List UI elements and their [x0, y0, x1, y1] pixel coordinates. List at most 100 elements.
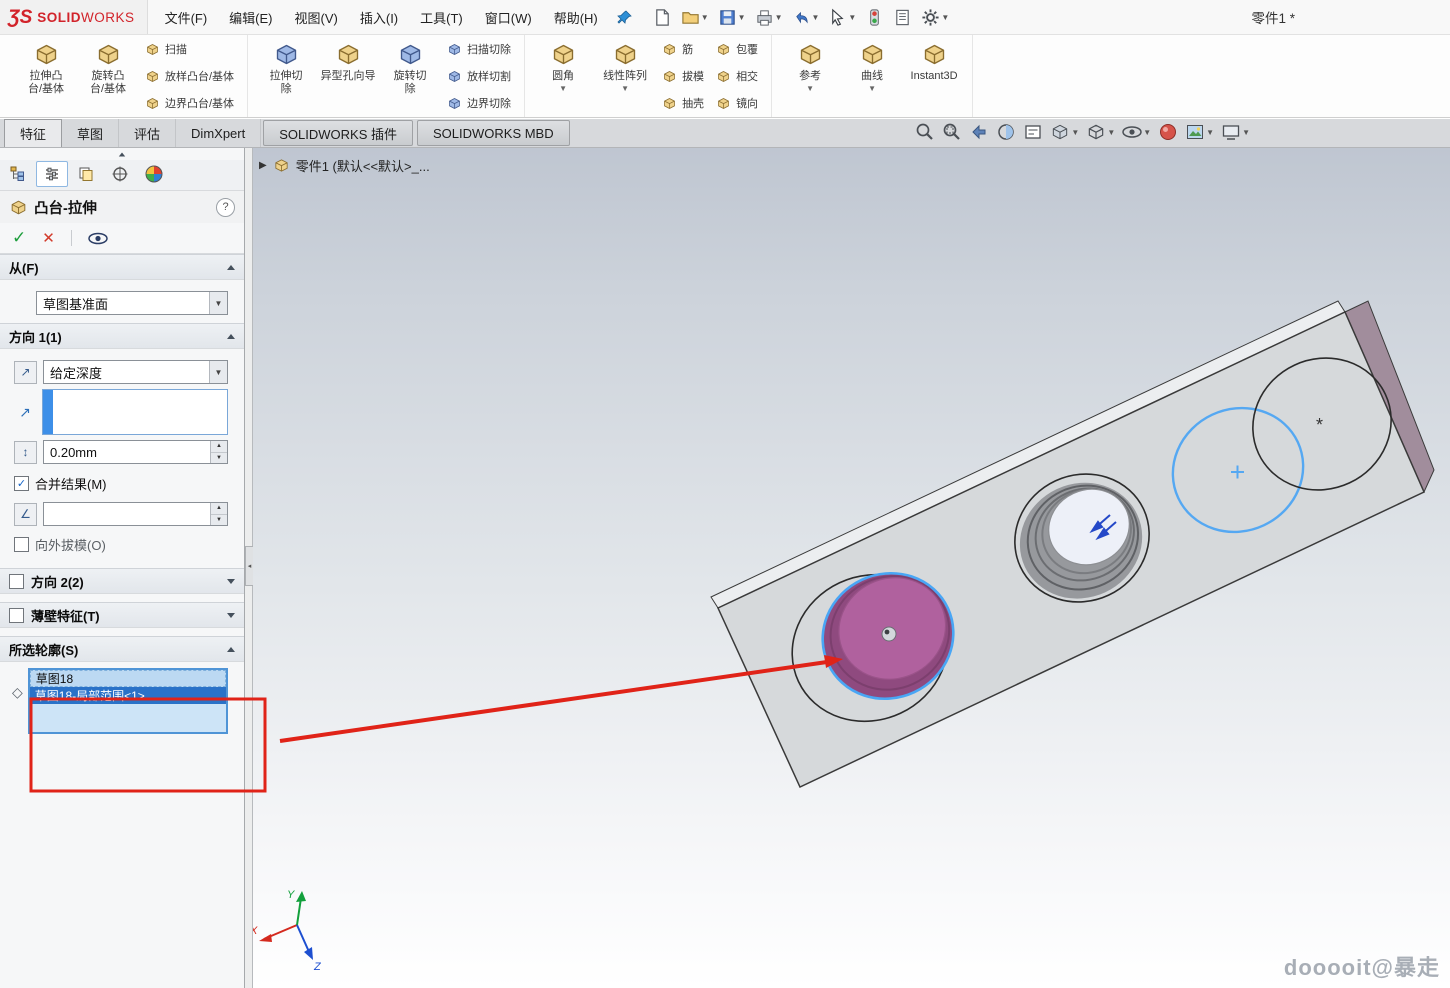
reverse-direction-icon[interactable]: ↗ — [14, 361, 37, 384]
merge-result-checkbox[interactable]: ✓ — [14, 476, 29, 491]
ribbon-mirror-button[interactable]: 镜向 — [713, 94, 761, 112]
ribbon-reference-geometry-button[interactable]: 参考▼ — [780, 39, 840, 95]
direction2-checkbox[interactable] — [9, 574, 24, 589]
view-settings-button[interactable]: ▼ — [1221, 122, 1250, 142]
menu-insert[interactable]: 插入(I) — [349, 1, 409, 34]
featuremanager-flyout-icon[interactable]: ▶ — [259, 160, 267, 171]
menu-window[interactable]: 窗口(W) — [474, 1, 543, 34]
print-button[interactable]: ▼ — [752, 6, 786, 29]
direction-reference-box[interactable] — [42, 389, 228, 435]
view-orientation-button[interactable]: ▼ — [1050, 122, 1079, 142]
tab-features[interactable]: 特征 — [4, 119, 62, 147]
breadcrumb[interactable]: ▶ 零件1 (默认<<默认>_... — [259, 156, 430, 175]
spin-down-icon[interactable]: ▼ — [211, 515, 227, 526]
manager-tab-dimxpertmanager[interactable] — [104, 161, 136, 187]
manager-tab-propertymanager[interactable] — [36, 161, 68, 187]
section-selected-contours-header[interactable]: 所选轮廓(S) — [0, 636, 244, 662]
ribbon-intersect-button[interactable]: 相交 — [713, 67, 761, 85]
panel-splitter[interactable]: ◂ — [245, 148, 253, 988]
section-from: 从(F) 草图基准面 ▼ — [0, 254, 244, 323]
manager-tab-displaymanager[interactable] — [138, 161, 170, 187]
depth-spinner-buttons[interactable]: ▲▼ — [210, 441, 227, 463]
selected-contours-list[interactable]: 草图18草图18-局部范围<1> — [28, 668, 228, 734]
draft-outward-checkbox[interactable] — [14, 537, 29, 552]
section-direction2-header[interactable]: 方向 2(2) — [0, 568, 244, 594]
ribbon-instant3d-button[interactable]: Instant3D — [904, 39, 964, 85]
save-button[interactable]: ▼ — [715, 6, 749, 29]
menu-edit[interactable]: 编辑(E) — [218, 1, 283, 34]
ok-button[interactable]: ✓ — [12, 228, 26, 248]
draft-spinner-buttons[interactable]: ▲▼ — [210, 503, 227, 525]
menu-view[interactable]: 视图(V) — [284, 1, 349, 34]
hide-show-items-button[interactable]: ▼ — [1122, 122, 1151, 142]
thin-feature-checkbox[interactable] — [9, 608, 24, 623]
rebuild-button[interactable] — [862, 6, 887, 29]
section-thin-feature-header[interactable]: 薄壁特征(T) — [0, 602, 244, 628]
ribbon-boundary-cut-button[interactable]: 边界切除 — [444, 94, 514, 112]
open-button[interactable]: ▼ — [678, 6, 712, 29]
spin-down-icon[interactable]: ▼ — [211, 453, 227, 464]
ribbon-fillet-button[interactable]: 圆角▼ — [533, 39, 593, 95]
depth-spinner[interactable]: 0.20mm ▲▼ — [43, 440, 228, 464]
ribbon-draft-button[interactable]: 拔模 — [659, 67, 707, 85]
viewport[interactable]: * X Y Z ▶ 零件1 (默认<<默认>_... dooooit@暴走 — [253, 148, 1450, 988]
ribbon-boundary-boss-base-button[interactable]: 边界凸台/基体 — [142, 94, 237, 112]
tab-solidworks-mbd[interactable]: SOLIDWORKS MBD — [417, 120, 570, 146]
section-from-header[interactable]: 从(F) — [0, 254, 244, 280]
ribbon-revolved-boss-base-button[interactable]: 旋转凸台/基体 — [78, 39, 138, 97]
tab-evaluate[interactable]: 评估 — [119, 119, 176, 147]
display-style-button[interactable]: ▼ — [1086, 122, 1115, 142]
spin-up-icon[interactable]: ▲ — [211, 441, 227, 453]
section-view-button[interactable] — [996, 122, 1016, 142]
tab-dimxpert[interactable]: DimXpert — [176, 119, 261, 147]
start-condition-select[interactable]: 草图基准面 ▼ — [36, 291, 228, 315]
ribbon-shell-button[interactable]: 抽壳 — [659, 94, 707, 112]
apply-scene-button[interactable]: ▼ — [1185, 122, 1214, 142]
contour-list-item[interactable]: 草图18-局部范围<1> — [30, 687, 226, 704]
panel-collapse-handle[interactable] — [0, 148, 244, 160]
ribbon-linear-pattern-button[interactable]: 线性阵列▼ — [595, 39, 655, 95]
cancel-button[interactable]: ✕ — [42, 229, 55, 247]
featuremanager-icon — [9, 165, 27, 183]
previous-view-button[interactable] — [969, 122, 989, 142]
help-icon[interactable]: ? — [216, 198, 235, 217]
preview-eye-icon[interactable] — [88, 232, 108, 245]
menu-tools[interactable]: 工具(T) — [409, 1, 474, 34]
zoom-to-area-button[interactable] — [942, 122, 962, 142]
options-button[interactable]: ▼ — [918, 6, 952, 29]
pin-icon[interactable] — [617, 10, 632, 25]
ribbon-revolved-cut-button[interactable]: 旋转切除 — [380, 39, 440, 97]
ribbon-extruded-cut-button[interactable]: 拉伸切除 — [256, 39, 316, 97]
annotation-views-button[interactable] — [1023, 122, 1043, 142]
chevron-down-icon: ▼ — [209, 361, 227, 383]
select-button[interactable]: ▼ — [825, 6, 859, 29]
model-canvas[interactable]: * X Y Z — [253, 148, 1450, 988]
ribbon-curves-button[interactable]: 曲线▼ — [842, 39, 902, 95]
contour-list-item[interactable]: 草图18 — [30, 670, 226, 687]
ribbon-lofted-boss-base-button[interactable]: 放样凸台/基体 — [142, 67, 237, 85]
zoom-to-fit-button[interactable] — [915, 122, 935, 142]
spin-up-icon[interactable]: ▲ — [211, 503, 227, 515]
undo-button[interactable]: ▼ — [789, 6, 823, 29]
ribbon-wrap-button[interactable]: 包覆 — [713, 40, 761, 58]
section-direction1-header[interactable]: 方向 1(1) — [0, 323, 244, 349]
ribbon-swept-cut-button[interactable]: 扫描切除 — [444, 40, 514, 58]
ribbon-hole-wizard-button[interactable]: 异型孔向导 — [318, 39, 378, 85]
manager-tab-configurationmanager[interactable] — [70, 161, 102, 187]
edit-appearance-button[interactable] — [1158, 122, 1178, 142]
tab-sketch[interactable]: 草图 — [62, 119, 119, 147]
new-document-button[interactable] — [650, 6, 675, 29]
draft-angle-spinner[interactable]: ▲▼ — [43, 502, 228, 526]
ribbon-rib-button[interactable]: 筋 — [659, 40, 707, 58]
ribbon-extruded-boss-base-button[interactable]: 拉伸凸台/基体 — [16, 39, 76, 97]
end-condition-select[interactable]: 给定深度 ▼ — [43, 360, 228, 384]
file-properties-button[interactable] — [890, 6, 915, 29]
ribbon-lofted-cut-button[interactable]: 放样切割 — [444, 67, 514, 85]
ribbon-button-label: 拉伸凸台/基体 — [28, 70, 64, 95]
manager-tab-featuremanager[interactable] — [2, 161, 34, 187]
ribbon-swept-boss-base-button[interactable]: 扫描 — [142, 40, 237, 58]
menu-help[interactable]: 帮助(H) — [543, 1, 609, 34]
menu-file[interactable]: 文件(F) — [154, 1, 219, 34]
ribbon-button-label: 扫描 — [165, 41, 187, 57]
tab-solidworks-addins[interactable]: SOLIDWORKS 插件 — [263, 120, 413, 146]
